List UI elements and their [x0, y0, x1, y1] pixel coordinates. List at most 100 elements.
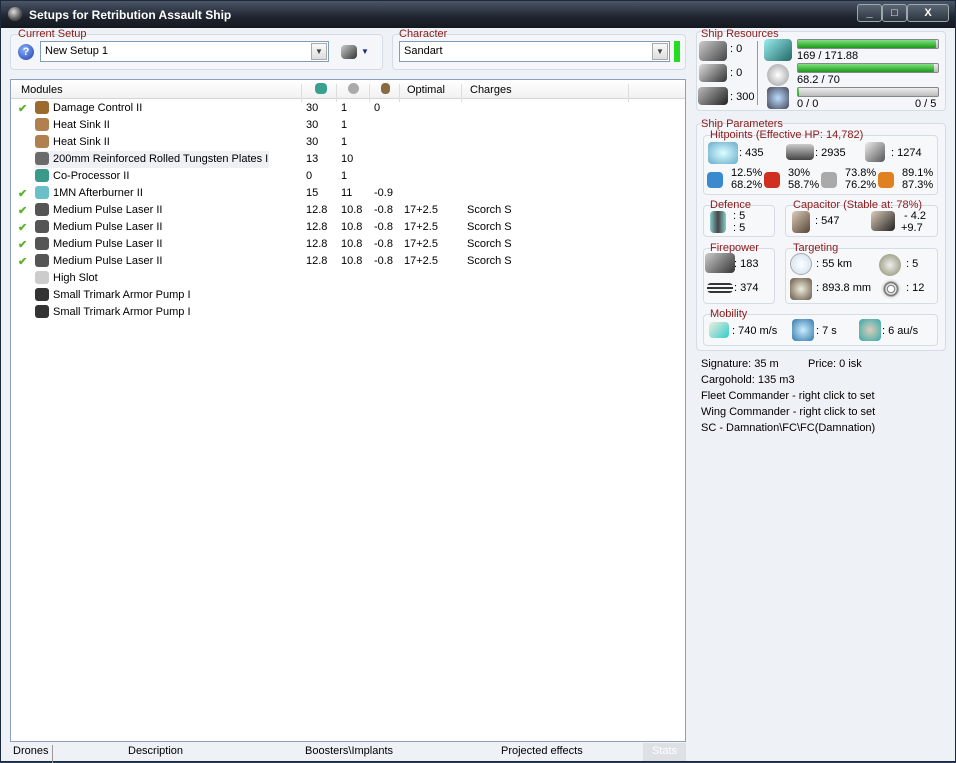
turret-hardpoints: : 0 — [730, 43, 743, 55]
module-capacitor: -0.9 — [374, 187, 393, 199]
module-cpu: 12.8 — [306, 255, 328, 267]
bottom-tabs: Drones Description Boosters\Implants Pro… — [10, 743, 686, 763]
active-check-icon[interactable]: ✔ — [18, 204, 27, 217]
module-row[interactable]: Co-Processor II 0 1 — [11, 168, 685, 185]
module-name: Heat Sink II — [53, 136, 110, 148]
align-time: : 7 s — [816, 325, 837, 337]
column-charges[interactable]: Charges — [470, 84, 512, 96]
module-icon — [35, 254, 49, 267]
mobility-label: Mobility — [710, 308, 748, 320]
drone-bandwidth-icon — [767, 87, 789, 109]
module-optimal: 17+2.5 — [404, 255, 438, 267]
module-row[interactable]: Small Trimark Armor Pump I — [11, 304, 685, 321]
module-optimal: 17+2.5 — [404, 221, 438, 233]
volley-icon — [707, 283, 733, 293]
module-row[interactable]: ✔ Medium Pulse Laser II 12.8 10.8 -0.8 17+2.5… — [11, 236, 685, 253]
price: Price: 0 isk — [808, 358, 862, 370]
tab-description[interactable]: Description — [128, 745, 183, 757]
calibration-icon — [698, 87, 728, 105]
module-name: Medium Pulse Laser II — [53, 238, 163, 250]
active-check-icon[interactable]: ✔ — [18, 187, 27, 200]
active-check-icon[interactable]: ✔ — [18, 221, 27, 234]
fleet-commander[interactable]: Fleet Commander - right click to set — [701, 390, 875, 402]
setup-window: Setups for Retribution Assault Ship _ □ … — [0, 0, 956, 763]
help-icon[interactable]: ? — [18, 44, 34, 60]
active-check-icon[interactable]: ✔ — [18, 238, 27, 251]
modules-list[interactable]: Modules Optimal Charges ✔ Damage Control … — [10, 79, 686, 742]
module-name: Small Trimark Armor Pump I — [53, 289, 191, 301]
tab-drones[interactable]: Drones — [13, 745, 48, 757]
powergrid-value: 68.2 / 70 — [797, 74, 840, 86]
module-row[interactable]: High Slot — [11, 270, 685, 287]
minimize-button[interactable]: _ — [857, 4, 882, 22]
window-title: Setups for Retribution Assault Ship — [29, 8, 232, 22]
setup-select[interactable]: New Setup 1 ▼ — [40, 41, 329, 62]
module-name: Damage Control II — [53, 102, 143, 114]
em-shield-resist: 12.5% — [731, 167, 763, 179]
module-cpu: 0 — [306, 170, 313, 182]
capacitor-icon[interactable] — [381, 83, 390, 94]
squad-commander[interactable]: SC - Damnation\FC\FC(Damnation) — [701, 422, 875, 434]
module-cpu: 12.8 — [306, 204, 328, 216]
module-row[interactable]: ✔ Medium Pulse Laser II 12.8 10.8 -0.8 17+2.5… — [11, 219, 685, 236]
module-icon — [35, 152, 49, 165]
tab-projected-effects[interactable]: Projected effects — [501, 745, 583, 757]
module-icon — [35, 169, 49, 182]
chevron-down-icon[interactable]: ▼ — [652, 43, 668, 60]
structure-icon — [865, 142, 885, 162]
launcher-hardpoints: : 0 — [730, 67, 743, 79]
capacitor-recharge-icon — [871, 211, 895, 231]
active-check-icon[interactable]: ✔ — [18, 102, 27, 115]
character-select[interactable]: Sandart ▼ — [399, 41, 670, 62]
chevron-down-icon[interactable]: ▼ — [311, 43, 327, 60]
thermal-shield-resist: 30% — [788, 167, 811, 179]
targeting-range-icon — [790, 253, 812, 275]
explosive-shield-resist: 89.1% — [902, 167, 934, 179]
em-resist-icon — [707, 172, 723, 188]
module-name: Medium Pulse Laser II — [53, 255, 163, 267]
module-icon — [35, 118, 49, 131]
character-value: Sandart — [404, 45, 443, 57]
ship-icon[interactable] — [341, 45, 357, 59]
sensor-strength-icon — [881, 279, 901, 299]
cpu-icon[interactable] — [315, 83, 327, 94]
explosive-resist-icon — [878, 172, 894, 188]
shield-hp: : 435 — [739, 147, 764, 159]
module-row[interactable]: Heat Sink II 30 1 — [11, 117, 685, 134]
module-row[interactable]: Heat Sink II 30 1 — [11, 134, 685, 151]
module-row[interactable]: ✔ 1MN Afterburner II 15 11 -0.9 — [11, 185, 685, 202]
module-powergrid: 10.8 — [341, 255, 363, 267]
calibration-value: : 300 — [730, 91, 755, 103]
module-powergrid: 1 — [341, 102, 348, 114]
powergrid-icon[interactable] — [348, 83, 359, 94]
module-charge: Scorch S — [467, 238, 512, 250]
module-row[interactable]: Small Trimark Armor Pump I — [11, 287, 685, 304]
armor-icon — [786, 144, 814, 160]
warp-speed-icon — [859, 319, 881, 341]
character-status-indicator — [674, 41, 680, 62]
tab-boosters-implants[interactable]: Boosters\Implants — [305, 745, 393, 757]
capacitor-recharge: +9.7 — [901, 222, 923, 234]
volley-value: : 374 — [734, 282, 759, 294]
sensor-strength: : 12 — [906, 282, 925, 294]
wing-commander[interactable]: Wing Commander - right click to set — [701, 406, 875, 418]
close-button[interactable]: X — [907, 4, 949, 22]
module-powergrid: 1 — [341, 136, 348, 148]
module-row[interactable]: ✔ Medium Pulse Laser II 12.8 10.8 -0.8 17+2.5… — [11, 253, 685, 270]
active-check-icon[interactable]: ✔ — [18, 255, 27, 268]
column-modules[interactable]: Modules — [21, 84, 63, 96]
column-optimal[interactable]: Optimal — [407, 84, 445, 96]
module-row[interactable]: ✔ Damage Control II 30 1 0 — [11, 100, 685, 117]
module-row[interactable]: 200mm Reinforced Rolled Tungsten Plates … — [11, 151, 685, 168]
module-powergrid: 11 — [341, 187, 353, 199]
module-name: Co-Processor II — [53, 170, 130, 182]
app-icon[interactable] — [8, 7, 22, 21]
module-optimal: 17+2.5 — [404, 238, 438, 250]
module-row[interactable]: ✔ Medium Pulse Laser II 12.8 10.8 -0.8 17+2.5… — [11, 202, 685, 219]
targeting-range: : 55 km — [816, 258, 853, 270]
capacitor-label: Capacitor (Stable at: 78%) — [793, 199, 923, 211]
tab-stats[interactable]: Stats — [643, 743, 686, 761]
module-cpu: 15 — [306, 187, 319, 199]
maximize-button[interactable]: □ — [882, 4, 907, 22]
ship-menu-arrow-icon[interactable]: ▼ — [361, 47, 369, 56]
